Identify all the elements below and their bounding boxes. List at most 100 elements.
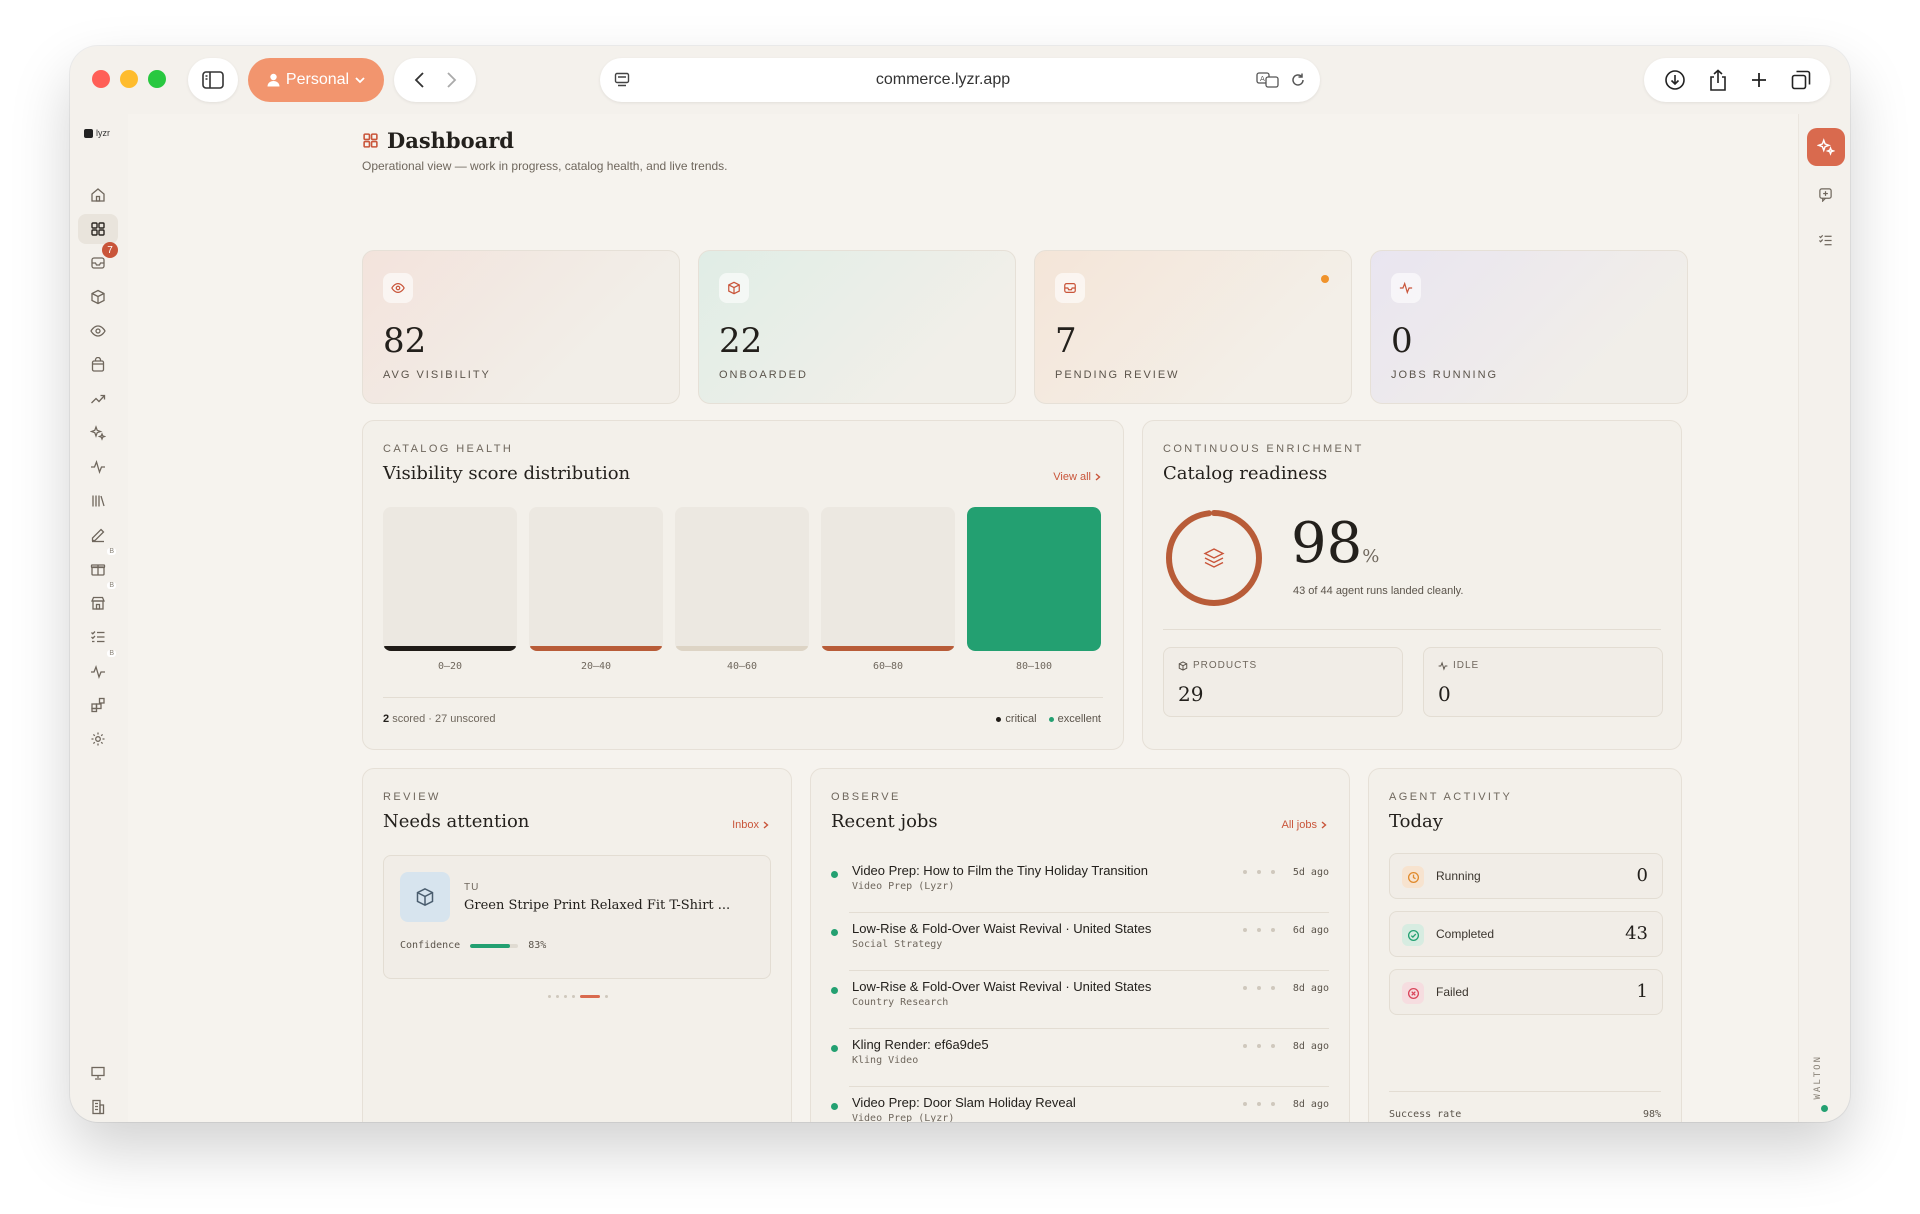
building-icon (90, 1099, 106, 1115)
kpi-card-onboarded[interactable]: 22 ONBOARDED (698, 250, 1016, 404)
minimize-window-button[interactable] (120, 70, 138, 88)
ai-assistant-button[interactable] (1807, 128, 1845, 166)
job-type: Video Prep (Lyzr) (852, 881, 955, 892)
catalog-health-card: CATALOG HEALTH Visibility score distribu… (362, 420, 1124, 750)
job-status-dot (831, 871, 838, 878)
job-time: 8d ago (1292, 983, 1329, 994)
sidebar-item-home[interactable] (78, 180, 118, 210)
activity-row-failed[interactable]: Failed 1 (1389, 969, 1663, 1015)
products-stat[interactable]: PRODUCTS 29 (1163, 647, 1403, 717)
sidebar-item-library[interactable] (78, 486, 118, 516)
chart-bar-3[interactable] (821, 507, 955, 651)
sidebar-item-visibility[interactable] (78, 316, 118, 346)
sidebar-item-products[interactable] (78, 282, 118, 312)
sidebar-item-monitor[interactable]: B (78, 650, 118, 686)
sidebar-item-agents[interactable] (78, 418, 118, 448)
sidebar-item-gifts[interactable]: B (78, 548, 118, 584)
zoom-window-button[interactable] (148, 70, 166, 88)
tasks-button[interactable] (1813, 228, 1837, 252)
review-item-tag: TU (464, 882, 480, 893)
new-tab-icon[interactable] (1750, 71, 1768, 89)
chart-bar-2[interactable] (675, 507, 809, 651)
readiness-percent: 98% (1291, 511, 1380, 576)
sidebar-item-store[interactable]: B (78, 582, 118, 618)
download-icon[interactable] (1664, 69, 1686, 91)
sidebar-item-dashboard[interactable] (78, 214, 118, 244)
chevron-right-icon (1095, 473, 1101, 481)
job-row[interactable]: Video Prep: Door Slam Holiday Reveal Vid… (831, 1087, 1329, 1122)
page-title: Dashboard (387, 128, 514, 153)
sidebar-item-settings[interactable] (78, 724, 118, 754)
package-icon (719, 273, 749, 303)
recent-jobs-card: OBSERVE Recent jobs All jobs Video Prep:… (810, 768, 1350, 1122)
chart-bar-0[interactable] (383, 507, 517, 651)
pager-dot-active[interactable] (580, 995, 600, 998)
sparkles-icon (1817, 138, 1835, 156)
sidebar-item-storefront[interactable] (78, 350, 118, 380)
kpi-card-jobs-running[interactable]: 0 JOBS RUNNING (1370, 250, 1688, 404)
activity-row-running[interactable]: Running 0 (1389, 853, 1663, 899)
page-settings-icon[interactable] (614, 72, 630, 88)
job-row[interactable]: Low-Rise & Fold-Over Waist Revival · Uni… (831, 913, 1329, 971)
pager-dot[interactable] (548, 995, 551, 998)
sidebar-item-organization[interactable] (78, 1092, 118, 1122)
activity-row-completed[interactable]: Completed 43 (1389, 911, 1663, 957)
card-title: Visibility score distribution (383, 463, 631, 484)
sidebar-item-presentation[interactable] (78, 1058, 118, 1088)
job-name: Video Prep: Door Slam Holiday Reveal (852, 1095, 1076, 1110)
view-all-link[interactable]: View all (1053, 471, 1101, 483)
job-time: 6d ago (1292, 925, 1329, 936)
chart-bar-1[interactable] (529, 507, 663, 651)
kpi-card-pending-review[interactable]: 7 PENDING REVIEW (1034, 250, 1352, 404)
job-row[interactable]: Low-Rise & Fold-Over Waist Revival · Uni… (831, 971, 1329, 1029)
sidebar-item-activity[interactable] (78, 452, 118, 482)
address-bar[interactable]: commerce.lyzr.app A (600, 58, 1320, 102)
sparkles-icon (90, 425, 106, 441)
eye-icon (90, 323, 106, 339)
brand-logo[interactable]: lyzr (84, 128, 110, 138)
pager-dot[interactable] (564, 995, 567, 998)
tab-overview-icon[interactable] (1791, 70, 1811, 90)
card-eyebrow: CATALOG HEALTH (383, 443, 514, 455)
activity-value: 43 (1625, 923, 1648, 944)
sidebar-item-editor[interactable] (78, 520, 118, 550)
chevron-right-icon (763, 821, 769, 829)
chart-bar-4[interactable] (967, 507, 1101, 651)
kpi-card-visibility[interactable]: 82 AVG VISIBILITY (362, 250, 680, 404)
back-button[interactable] (413, 71, 425, 89)
inbox-icon (1055, 273, 1085, 303)
all-jobs-link[interactable]: All jobs (1282, 819, 1327, 831)
gift-icon (90, 561, 106, 577)
kpi-value: 7 (1055, 321, 1077, 361)
job-steps (1243, 986, 1275, 990)
activity-label: Completed (1436, 927, 1495, 941)
pager-dot[interactable] (605, 995, 608, 998)
sidebar-item-checklist[interactable] (78, 622, 118, 652)
close-window-button[interactable] (92, 70, 110, 88)
stat-label: IDLE (1453, 660, 1480, 671)
forward-button[interactable] (446, 71, 458, 89)
reload-icon[interactable] (1290, 72, 1306, 88)
card-eyebrow: REVIEW (383, 791, 441, 803)
idle-stat[interactable]: IDLE 0 (1423, 647, 1663, 717)
inbox-count-badge: 7 (102, 242, 118, 258)
inbox-link[interactable]: Inbox (732, 819, 769, 831)
pager-dot[interactable] (572, 995, 575, 998)
catalog-readiness-card: CONTINUOUS ENRICHMENT Catalog readiness … (1142, 420, 1682, 750)
sidebar-item-trends[interactable] (78, 384, 118, 414)
translate-icon[interactable]: A (1256, 72, 1280, 88)
job-row[interactable]: Kling Render: ef6a9de5 Kling Video 8d ag… (831, 1029, 1329, 1087)
new-chat-button[interactable] (1813, 182, 1837, 206)
pager-dot[interactable] (556, 995, 559, 998)
review-item-card[interactable]: TU Green Stripe Print Relaxed Fit T-Shir… (383, 855, 771, 979)
job-row[interactable]: Video Prep: How to Film the Tiny Holiday… (831, 855, 1329, 913)
sidebar-toggle-button[interactable] (188, 58, 238, 102)
sidebar-item-integrations[interactable] (78, 690, 118, 720)
profile-switcher-button[interactable]: Personal (248, 58, 384, 102)
stat-value: 0 (1438, 682, 1451, 706)
share-icon[interactable] (1709, 69, 1727, 91)
agent-activity-card: AGENT ACTIVITY Today Running 0 Completed… (1368, 768, 1682, 1122)
user-name-label[interactable]: WALTON (1813, 1055, 1823, 1100)
card-title: Recent jobs (831, 811, 938, 832)
sidebar-item-inbox[interactable]: 7 (78, 242, 118, 278)
